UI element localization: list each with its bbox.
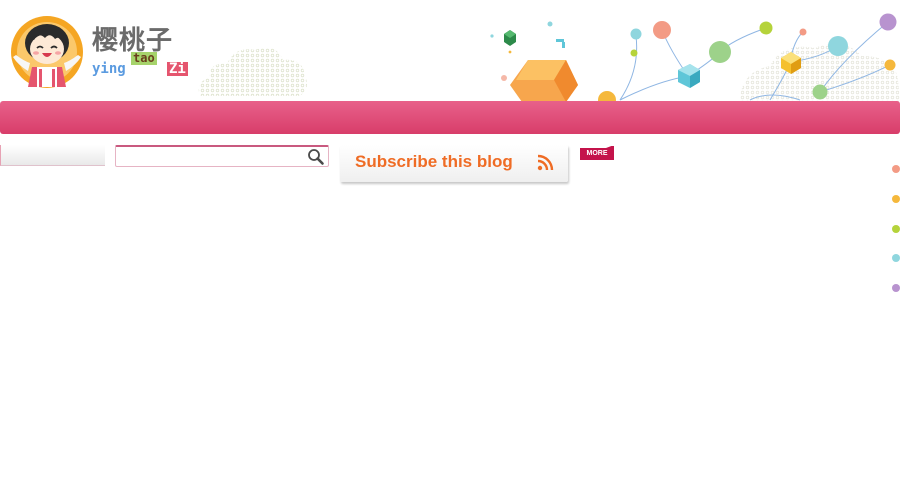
side-dot-4[interactable] — [892, 254, 900, 262]
more-label: MORE — [586, 150, 608, 157]
side-dot-5[interactable] — [892, 284, 900, 292]
molecule-decoration-icon — [490, 13, 900, 102]
logo-sub-zi: Zi — [167, 61, 188, 77]
cloud-decoration-icon — [198, 47, 307, 96]
side-dot-1[interactable] — [892, 165, 900, 173]
logo-sub-tao: tao — [131, 51, 157, 65]
avatar-mascot-logo[interactable] — [10, 15, 84, 89]
more-button[interactable]: MORE — [580, 146, 614, 160]
logo-subtitle: ying tao Zi — [92, 52, 202, 88]
site-header: 樱桃子 ying tao Zi — [0, 0, 900, 102]
side-dot-3[interactable] — [892, 225, 900, 233]
search-box — [115, 145, 329, 167]
category-tab[interactable] — [0, 145, 105, 166]
side-dot-2[interactable] — [892, 195, 900, 203]
subscribe-button[interactable]: Subscribe this blog — [340, 145, 568, 182]
logo-sub-ying: ying — [92, 61, 126, 77]
search-input[interactable] — [118, 148, 308, 166]
main-nav-bar — [0, 101, 900, 134]
magnifier-icon[interactable] — [306, 148, 326, 166]
rss-icon — [537, 154, 554, 171]
subscribe-label: Subscribe this blog — [355, 152, 513, 171]
